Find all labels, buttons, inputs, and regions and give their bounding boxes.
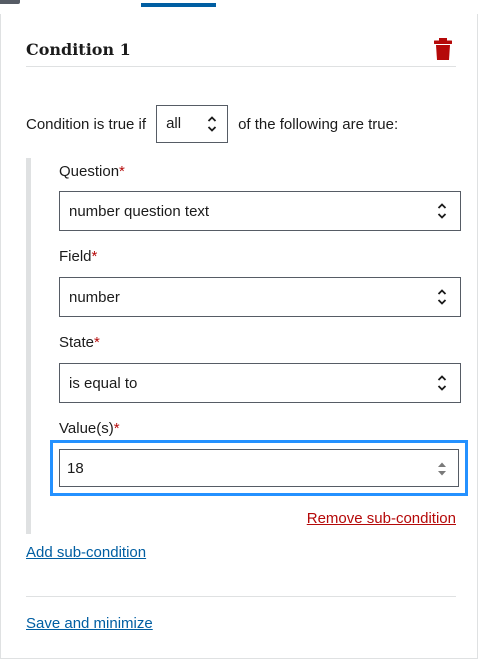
tab-indicator-dark bbox=[0, 0, 20, 4]
spinner-arrows-icon[interactable] bbox=[436, 459, 448, 479]
state-label: State* bbox=[59, 334, 100, 351]
sentence-suffix: of the following are true: bbox=[238, 115, 399, 133]
chevron-updown-icon bbox=[437, 375, 447, 391]
add-subcondition-link[interactable]: Add sub-condition bbox=[26, 544, 146, 561]
state-value: is equal to bbox=[69, 374, 138, 392]
trash-icon[interactable] bbox=[434, 38, 452, 60]
condition-card: Condition 1 Condition is true if all of … bbox=[0, 14, 478, 659]
field-select[interactable]: number bbox=[59, 277, 461, 317]
top-tab-strip bbox=[0, 0, 480, 14]
value-input[interactable]: 18 bbox=[59, 449, 459, 487]
chevron-updown-icon bbox=[437, 289, 447, 305]
question-value: number question text bbox=[69, 202, 210, 220]
sentence-prefix: Condition is true if bbox=[26, 115, 147, 133]
chevron-updown-icon bbox=[207, 116, 217, 132]
match-mode-select[interactable]: all bbox=[156, 105, 229, 143]
required-marker: * bbox=[91, 248, 98, 265]
question-select[interactable]: number question text bbox=[59, 191, 461, 231]
field-label: Field* bbox=[59, 248, 98, 265]
subcondition-group: Question* number question text Field* nu… bbox=[26, 158, 468, 534]
state-select[interactable]: is equal to bbox=[59, 363, 461, 403]
tab-indicator-active bbox=[141, 3, 216, 7]
match-mode-value: all bbox=[166, 115, 182, 132]
question-label: Question* bbox=[59, 163, 125, 180]
header-divider bbox=[26, 66, 456, 67]
value-input-focus-ring: 18 bbox=[50, 440, 468, 496]
chevron-updown-icon bbox=[437, 203, 447, 219]
field-value: number bbox=[69, 288, 120, 306]
footer-divider bbox=[26, 596, 456, 597]
remove-subcondition-link[interactable]: Remove sub-condition bbox=[307, 510, 456, 527]
save-minimize-link[interactable]: Save and minimize bbox=[26, 615, 153, 632]
condition-title: Condition 1 bbox=[26, 40, 131, 59]
required-marker: * bbox=[113, 420, 120, 437]
value-text: 18 bbox=[67, 459, 84, 477]
values-label: Value(s)* bbox=[59, 420, 120, 437]
condition-sentence: Condition is true if all of the followin… bbox=[26, 104, 398, 144]
required-marker: * bbox=[119, 163, 125, 180]
required-marker: * bbox=[94, 334, 100, 351]
